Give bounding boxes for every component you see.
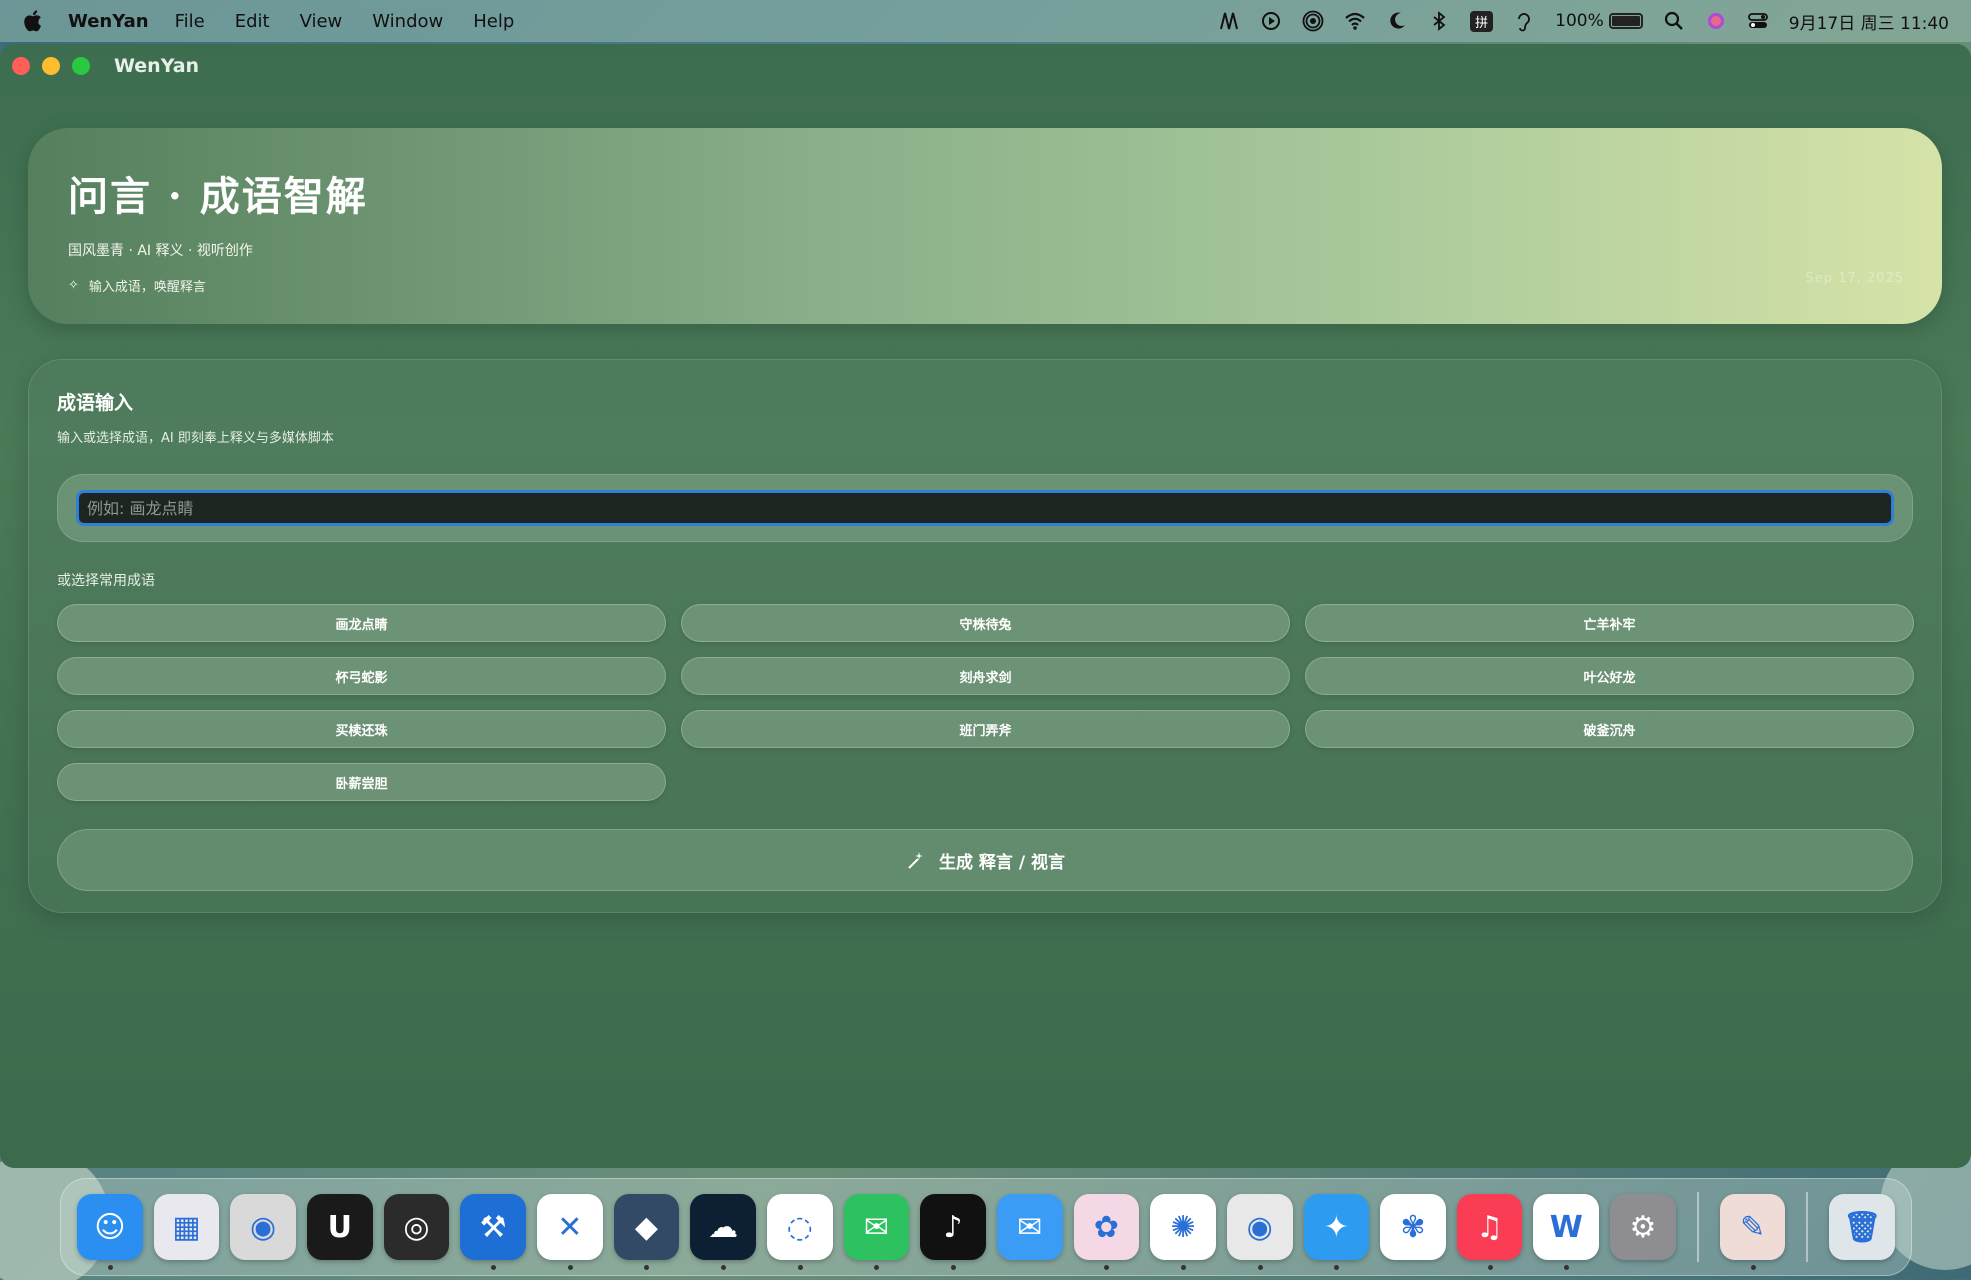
apple-menu-icon[interactable] <box>22 8 46 34</box>
running-indicator <box>1750 1265 1756 1270</box>
unreal-icon[interactable]: U <box>306 1194 373 1260</box>
idiom-chip[interactable]: 班门弄斧 <box>681 710 1290 748</box>
menu-datetime[interactable]: 9月17日 周三 11:40 <box>1789 9 1949 34</box>
idiom-input[interactable] <box>76 490 1894 526</box>
airdrop-icon[interactable] <box>1302 10 1324 32</box>
chatgpt-icon[interactable]: ✺ <box>1150 1194 1216 1270</box>
menu-bar: WenYan File Edit View Window Help 拼 100% <box>0 0 1971 42</box>
play-icon[interactable] <box>1260 10 1282 32</box>
window-minimize-button[interactable] <box>42 57 60 75</box>
idiom-chip[interactable]: 买椟还珠 <box>57 710 666 748</box>
wifi-icon[interactable] <box>1344 10 1366 32</box>
idiom-chip[interactable]: 画龙点睛 <box>57 604 666 642</box>
panel-title: 成语输入 <box>57 392 134 414</box>
menu-edit[interactable]: Edit <box>235 11 270 32</box>
idiom-input-panel: 成语输入 输入或选择成语，AI 即刻奉上释义与多媒体脚本 或选择常用成语 画龙点… <box>28 359 1942 913</box>
menu-app-name[interactable]: WenYan <box>68 11 149 32</box>
idiom-chip[interactable]: 亡羊补牢 <box>1305 604 1914 642</box>
chrome-icon[interactable]: ◉ <box>1226 1194 1293 1270</box>
generate-button-label: 生成 释言 / 视言 <box>939 852 1065 873</box>
panel-description: 输入或选择成语，AI 即刻奉上释义与多媒体脚本 <box>57 431 334 446</box>
magic-wand-icon <box>908 852 924 869</box>
wechat-icon[interactable]: ✉ <box>843 1194 910 1270</box>
siri-icon[interactable] <box>1705 10 1727 32</box>
trash-icon[interactable]: 🗑 <box>1829 1194 1896 1260</box>
idiom-chip[interactable]: 守株待兔 <box>681 604 1290 642</box>
tiktok-icon[interactable]: ♪ <box>920 1194 986 1270</box>
menu-help[interactable]: Help <box>473 11 514 32</box>
hero-hint: ✧ 输入成语，唤醒释言 <box>68 276 1902 295</box>
screenshot-icon[interactable]: ◉ <box>230 1194 296 1260</box>
chat-assistant-icon[interactable]: ◌ <box>766 1194 833 1270</box>
common-idioms-grid: 画龙点睛 守株待兔 亡羊补牢 杯弓蛇影 刻舟求剑 叶公好龙 买椟还珠 班门弄斧 … <box>57 604 1914 801</box>
hero-subtitle: 国风墨青 · AI 释义 · 视听创作 <box>68 243 253 259</box>
finder-icon[interactable]: ☺ <box>77 1194 143 1270</box>
running-indicator <box>1334 1265 1340 1270</box>
dock: ☺ ▦ ◉ U ◎ ⚒ ✕ ◆ ☁ ◌ ✉ ♪ ✉ ✿ ✺ ◉ ✦ ✾ ♫ W ⚙ ✎ 🗑 <box>60 1178 1912 1276</box>
dock-separator <box>1806 1192 1809 1262</box>
menu-view[interactable]: View <box>300 11 343 32</box>
pony-app-icon[interactable]: ✿ <box>1073 1194 1140 1270</box>
music-icon[interactable]: ♫ <box>1456 1194 1523 1270</box>
idiom-chip[interactable]: 叶公好龙 <box>1305 657 1914 695</box>
running-indicator <box>874 1265 880 1270</box>
focus-moon-icon[interactable] <box>1386 10 1408 32</box>
cloud-app-icon[interactable]: ☁ <box>690 1194 756 1270</box>
common-idioms-label: 或选择常用成语 <box>57 573 155 589</box>
running-indicator <box>1257 1265 1263 1270</box>
blender-icon[interactable]: ◎ <box>383 1194 450 1260</box>
window-titlebar[interactable]: WenYan <box>0 44 1971 88</box>
running-indicator <box>1487 1265 1493 1270</box>
hero-banner: 问言 · 成语智解 国风墨青 · AI 释义 · 视听创作 ✧ 输入成语，唤醒释… <box>28 128 1942 324</box>
hero-hint-text: 输入成语，唤醒释言 <box>88 280 206 295</box>
photos-icon[interactable]: ✾ <box>1380 1194 1446 1260</box>
hearing-icon[interactable] <box>1513 10 1535 32</box>
idiom-chip[interactable]: 杯弓蛇影 <box>57 657 666 695</box>
running-indicator <box>491 1265 497 1270</box>
window-title: WenYan <box>114 55 200 77</box>
hero-date: Sep 17, 2025 <box>1805 271 1904 286</box>
running-indicator <box>567 1265 573 1270</box>
idiom-chip[interactable]: 刻舟求剑 <box>681 657 1290 695</box>
window-zoom-button[interactable] <box>72 57 90 75</box>
safari-icon[interactable]: ✦ <box>1303 1194 1370 1270</box>
vscode-icon[interactable]: ✕ <box>536 1194 603 1270</box>
system-settings-icon[interactable]: ⚙ <box>1610 1194 1676 1260</box>
mail-icon[interactable]: ✉ <box>996 1194 1063 1260</box>
idiom-input-wrapper <box>57 474 1913 542</box>
menu-file[interactable]: File <box>175 11 205 32</box>
control-center-icon[interactable] <box>1747 10 1769 32</box>
battery-status[interactable]: 100% <box>1555 11 1643 31</box>
wps-icon[interactable]: W <box>1533 1194 1600 1270</box>
game-app-icon[interactable]: ✎ <box>1719 1194 1786 1270</box>
menu-window[interactable]: Window <box>372 11 443 32</box>
hero-title: 问言 · 成语智解 <box>68 173 368 220</box>
app-window: WenYan 问言 · 成语智解 国风墨青 · AI 释义 · 视听创作 ✧ 输… <box>0 44 1971 1168</box>
sparkle-icon: ✧ <box>68 278 79 293</box>
generate-button[interactable]: 生成 释言 / 视言 <box>57 829 1913 891</box>
bluetooth-icon[interactable] <box>1428 10 1450 32</box>
running-indicator <box>951 1265 957 1270</box>
running-indicator <box>1181 1265 1187 1270</box>
input-method-badge[interactable]: 拼 <box>1470 10 1494 32</box>
dock-separator <box>1696 1192 1699 1262</box>
running-indicator <box>721 1265 727 1270</box>
mysql-workbench-icon[interactable]: ◆ <box>613 1194 680 1270</box>
running-indicator <box>797 1265 803 1270</box>
launchpad-icon[interactable]: ▦ <box>153 1194 220 1260</box>
running-indicator <box>1564 1265 1570 1270</box>
xcode-icon[interactable]: ⚒ <box>460 1194 526 1270</box>
idiom-chip[interactable]: 破釜沉舟 <box>1305 710 1914 748</box>
stats-icon[interactable] <box>1218 10 1240 32</box>
running-indicator <box>644 1265 650 1270</box>
battery-percent: 100% <box>1555 11 1604 31</box>
idiom-chip[interactable]: 卧薪尝胆 <box>57 763 666 801</box>
running-indicator <box>1104 1265 1110 1270</box>
spotlight-search-icon[interactable] <box>1663 10 1685 32</box>
battery-icon <box>1608 13 1643 29</box>
window-close-button[interactable] <box>12 57 30 75</box>
running-indicator <box>107 1265 113 1270</box>
